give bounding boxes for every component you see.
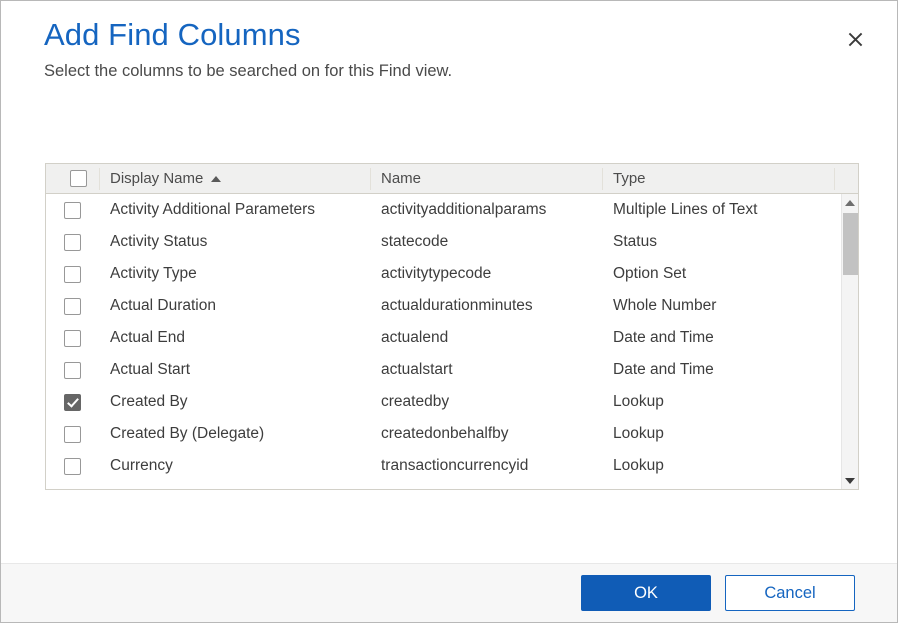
- cell-display-name: Actual Start: [99, 361, 370, 379]
- cell-name: createdby: [370, 393, 602, 411]
- table-row[interactable]: Activity Additional Parametersactivityad…: [46, 194, 841, 226]
- dialog-subtitle: Select the columns to be searched on for…: [44, 59, 853, 83]
- column-header-display-name-label: Display Name: [110, 170, 203, 187]
- row-checkbox[interactable]: [64, 362, 81, 379]
- select-all-checkbox[interactable]: [70, 170, 87, 187]
- row-checkbox[interactable]: [64, 298, 81, 315]
- row-checkbox-cell: [46, 426, 99, 443]
- row-checkbox[interactable]: [64, 394, 81, 411]
- cell-name: actualstart: [370, 361, 602, 379]
- column-header-display-name[interactable]: Display Name: [99, 164, 370, 194]
- table-row[interactable]: Created BycreatedbyLookup: [46, 386, 841, 418]
- row-checkbox-cell: [46, 298, 99, 315]
- cell-name: statecode: [370, 233, 602, 251]
- column-header-type[interactable]: Type: [602, 164, 834, 194]
- cell-display-name: Created By (Delegate): [99, 425, 370, 443]
- table-row[interactable]: Actual StartactualstartDate and Time: [46, 354, 841, 386]
- cell-type: Status: [602, 233, 834, 251]
- select-all-header-cell: [46, 164, 99, 194]
- cell-display-name: Actual Duration: [99, 297, 370, 315]
- column-header-name-label: Name: [381, 170, 421, 187]
- cell-type: Lookup: [602, 393, 834, 411]
- cell-display-name: Activity Type: [99, 265, 370, 283]
- cell-name: createdonbehalfby: [370, 425, 602, 443]
- row-checkbox[interactable]: [64, 458, 81, 475]
- row-checkbox-cell: [46, 234, 99, 251]
- row-checkbox[interactable]: [64, 330, 81, 347]
- cell-display-name: Activity Status: [99, 233, 370, 251]
- cell-display-name: Activity Additional Parameters: [99, 201, 370, 219]
- columns-grid: Display Name Name Type Activity Addition…: [45, 163, 859, 490]
- dialog-footer: OK Cancel: [1, 563, 897, 622]
- scroll-down-button[interactable]: [842, 472, 859, 489]
- dialog-body: Display Name Name Type Activity Addition…: [1, 83, 897, 563]
- dialog-header: Add Find Columns Select the columns to b…: [1, 1, 897, 83]
- row-checkbox-cell: [46, 330, 99, 347]
- ok-button[interactable]: OK: [581, 575, 711, 611]
- cell-name: transactioncurrencyid: [370, 457, 602, 475]
- row-checkbox-cell: [46, 362, 99, 379]
- row-checkbox-cell: [46, 394, 99, 411]
- cell-display-name: Actual End: [99, 329, 370, 347]
- cancel-button[interactable]: Cancel: [725, 575, 855, 611]
- scroll-up-button[interactable]: [842, 194, 859, 211]
- table-row[interactable]: Activity StatusstatecodeStatus: [46, 226, 841, 258]
- cell-display-name: Currency: [99, 457, 370, 475]
- cell-name: activitytypecode: [370, 265, 602, 283]
- table-row[interactable]: CurrencytransactioncurrencyidLookup: [46, 450, 841, 482]
- close-button[interactable]: [841, 25, 869, 53]
- cell-type: Date and Time: [602, 329, 834, 347]
- chevron-down-icon: [845, 478, 855, 484]
- grid-scroll-area: Activity Additional Parametersactivityad…: [46, 194, 858, 489]
- table-row[interactable]: Actual EndactualendDate and Time: [46, 322, 841, 354]
- vertical-scrollbar[interactable]: [841, 194, 858, 489]
- table-row[interactable]: Activity TypeactivitytypecodeOption Set: [46, 258, 841, 290]
- cell-display-name: Created By: [99, 393, 370, 411]
- add-find-columns-dialog: Add Find Columns Select the columns to b…: [0, 0, 898, 623]
- close-icon: [848, 32, 863, 47]
- page-title: Add Find Columns: [44, 15, 853, 55]
- row-checkbox-cell: [46, 458, 99, 475]
- row-checkbox[interactable]: [64, 202, 81, 219]
- column-header-spacer: [834, 164, 858, 194]
- column-header-type-label: Type: [613, 170, 646, 187]
- cell-name: activityadditionalparams: [370, 201, 602, 219]
- cell-type: Option Set: [602, 265, 834, 283]
- row-checkbox[interactable]: [64, 426, 81, 443]
- cell-type: Lookup: [602, 457, 834, 475]
- cell-name: actualdurationminutes: [370, 297, 602, 315]
- chevron-up-icon: [845, 200, 855, 206]
- cell-type: Lookup: [602, 425, 834, 443]
- table-row[interactable]: Actual DurationactualdurationminutesWhol…: [46, 290, 841, 322]
- grid-row-list: Activity Additional Parametersactivityad…: [46, 194, 841, 489]
- row-checkbox-cell: [46, 266, 99, 283]
- row-checkbox-cell: [46, 202, 99, 219]
- cell-type: Date and Time: [602, 361, 834, 379]
- cell-type: Multiple Lines of Text: [602, 201, 834, 219]
- column-header-name[interactable]: Name: [370, 164, 602, 194]
- cell-name: actualend: [370, 329, 602, 347]
- row-checkbox[interactable]: [64, 266, 81, 283]
- scrollbar-thumb[interactable]: [843, 213, 858, 275]
- cell-type: Whole Number: [602, 297, 834, 315]
- row-checkbox[interactable]: [64, 234, 81, 251]
- sort-ascending-icon: [211, 176, 221, 182]
- table-row[interactable]: Created By (Delegate)createdonbehalfbyLo…: [46, 418, 841, 450]
- grid-header-row: Display Name Name Type: [46, 164, 858, 194]
